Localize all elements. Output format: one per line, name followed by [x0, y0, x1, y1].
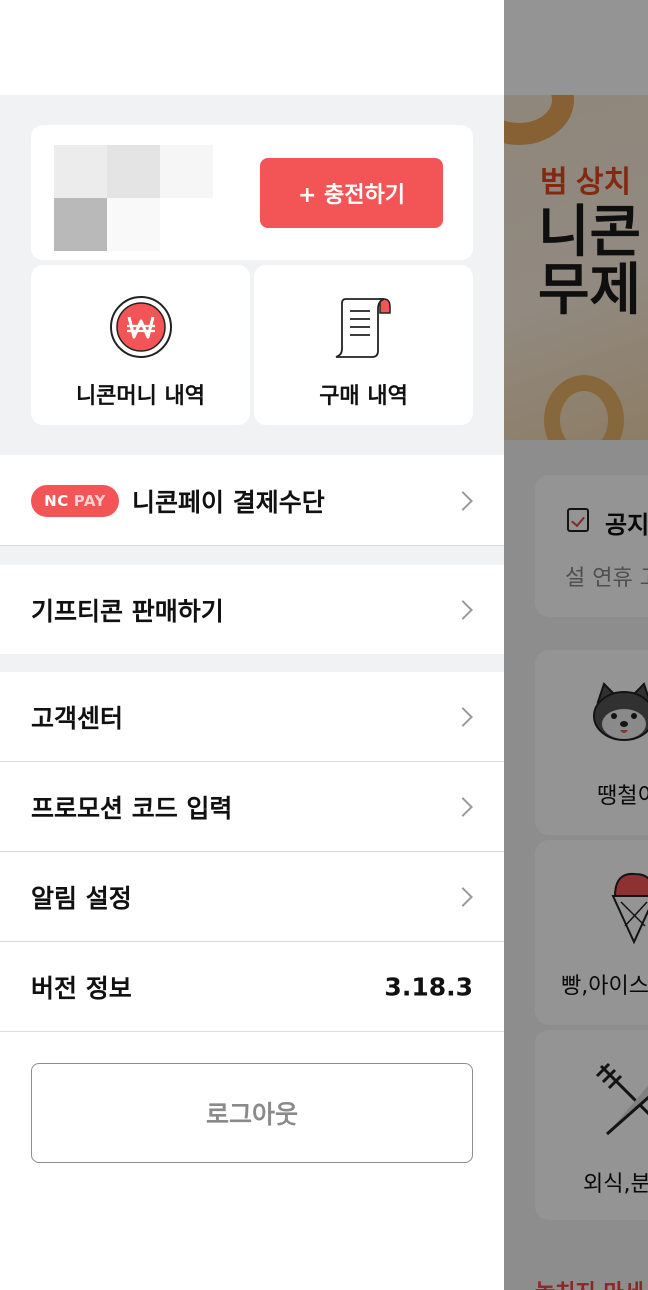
chevron-right-icon [453, 490, 473, 511]
won-coin-icon [109, 296, 172, 358]
section-gap [0, 654, 504, 672]
dim-overlay[interactable] [504, 0, 648, 1290]
tile-purchase-history[interactable]: 구매 내역 [254, 265, 473, 425]
menu-item-label: 기프티콘 판매하기 [31, 596, 224, 626]
ncpay-payment-row[interactable]: NC PAY 니콘페이 결제수단 [0, 456, 504, 545]
ncpay-badge: NC PAY [31, 484, 119, 517]
menu-item-label: 알림 설정 [31, 883, 132, 913]
chevron-right-icon [453, 796, 473, 817]
menu-item-customer-center[interactable]: 고객센터 [0, 672, 504, 761]
receipt-icon [335, 298, 391, 358]
version-label: 버전 정보 [31, 973, 132, 1003]
side-drawer: + 충전하기 니콘머니 내역 구매 내역 NC PAY 니콘페이 결제수단 기프티… [0, 0, 504, 1290]
blurred-balance [54, 145, 107, 198]
menu-item-label: 고객센터 [31, 703, 124, 733]
chevron-right-icon [453, 599, 473, 620]
logout-button[interactable]: 로그아웃 [31, 1063, 473, 1163]
charge-button[interactable]: + 충전하기 [260, 158, 443, 228]
blurred-balance [54, 198, 107, 251]
divider [0, 1031, 504, 1032]
menu-item-label: 프로모션 코드 입력 [31, 793, 233, 823]
menu-item-notification-settings[interactable]: 알림 설정 [0, 852, 504, 941]
blurred-balance [107, 145, 160, 198]
ncpay-label: 니콘페이 결제수단 [132, 487, 325, 517]
blurred-balance [160, 145, 213, 198]
section-gap [0, 546, 504, 565]
blurred-balance [107, 198, 160, 251]
tile-money-history[interactable]: 니콘머니 내역 [31, 265, 250, 425]
version-info-row: 버전 정보 3.18.3 [0, 942, 504, 1031]
tile-label: 구매 내역 [319, 384, 408, 409]
chevron-right-icon [453, 886, 473, 907]
menu-item-promo-code[interactable]: 프로모션 코드 입력 [0, 762, 504, 851]
menu-item-sell-gifticon[interactable]: 기프티콘 판매하기 [0, 565, 504, 654]
chevron-right-icon [453, 706, 473, 727]
version-value: 3.18.3 [384, 972, 473, 1001]
tile-label: 니콘머니 내역 [75, 384, 206, 409]
